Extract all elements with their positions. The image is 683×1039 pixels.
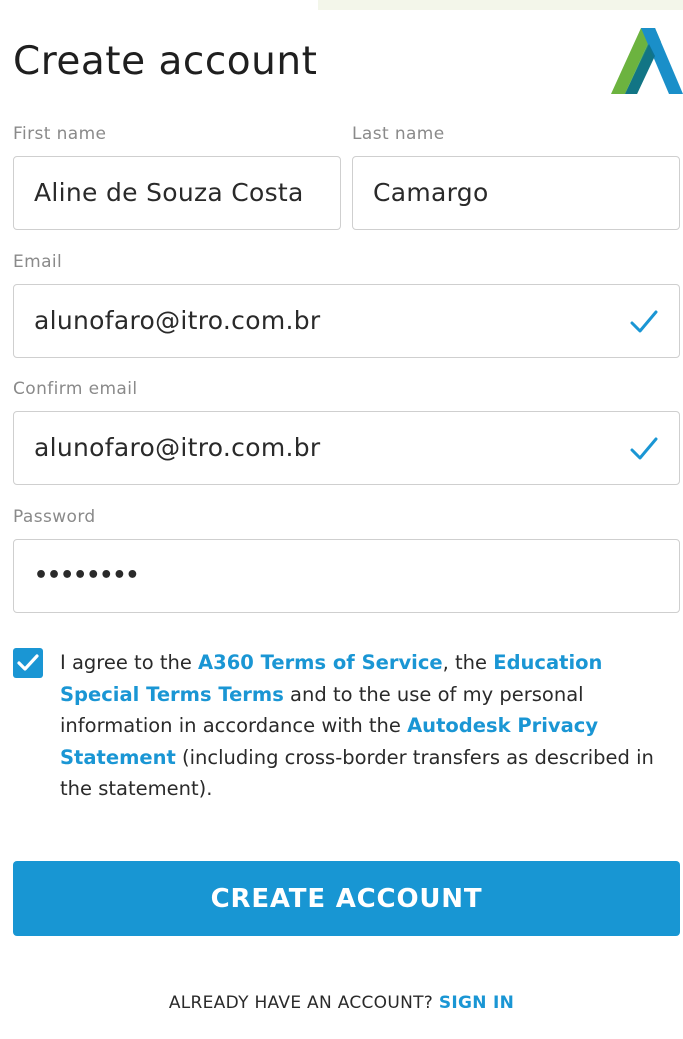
password-value: •••••••• <box>34 563 139 588</box>
confirm-email-label: Confirm email <box>13 379 138 399</box>
first-name-value: Aline de Souza Costa <box>34 178 304 207</box>
agree-checkbox[interactable] <box>13 648 43 678</box>
email-field[interactable]: alunofaro@itro.com.br <box>13 284 680 358</box>
checkmark-icon <box>630 310 658 333</box>
agreement-text: I agree to the A360 Terms of Service, th… <box>60 647 670 805</box>
create-account-button[interactable]: CREATE ACCOUNT <box>13 861 680 936</box>
first-name-label: First name <box>13 124 107 144</box>
last-name-label: Last name <box>352 124 445 144</box>
email-label: Email <box>13 252 63 272</box>
password-label: Password <box>13 507 96 527</box>
page-title: Create account <box>13 39 318 84</box>
agreement-text-part: , the <box>442 651 494 674</box>
checkbox-check-icon <box>17 654 39 671</box>
last-name-value: Camargo <box>373 178 489 207</box>
confirm-email-field[interactable]: alunofaro@itro.com.br <box>13 411 680 485</box>
sign-in-prompt-text: ALREADY HAVE AN ACCOUNT? <box>168 993 439 1013</box>
agreement-text-part: I agree to the <box>60 651 199 674</box>
last-name-field[interactable]: Camargo <box>352 156 680 230</box>
email-value: alunofaro@itro.com.br <box>34 306 321 335</box>
confirm-email-value: alunofaro@itro.com.br <box>34 433 321 462</box>
password-field[interactable]: •••••••• <box>13 539 680 613</box>
top-strip <box>318 0 683 10</box>
checkmark-icon <box>630 437 658 460</box>
sign-in-prompt: ALREADY HAVE AN ACCOUNT? SIGN IN <box>0 990 683 1016</box>
autodesk-logo-icon <box>611 28 683 94</box>
sign-in-link[interactable]: SIGN IN <box>439 993 514 1013</box>
first-name-field[interactable]: Aline de Souza Costa <box>13 156 341 230</box>
terms-of-service-link[interactable]: A360 Terms of Service <box>198 651 443 674</box>
